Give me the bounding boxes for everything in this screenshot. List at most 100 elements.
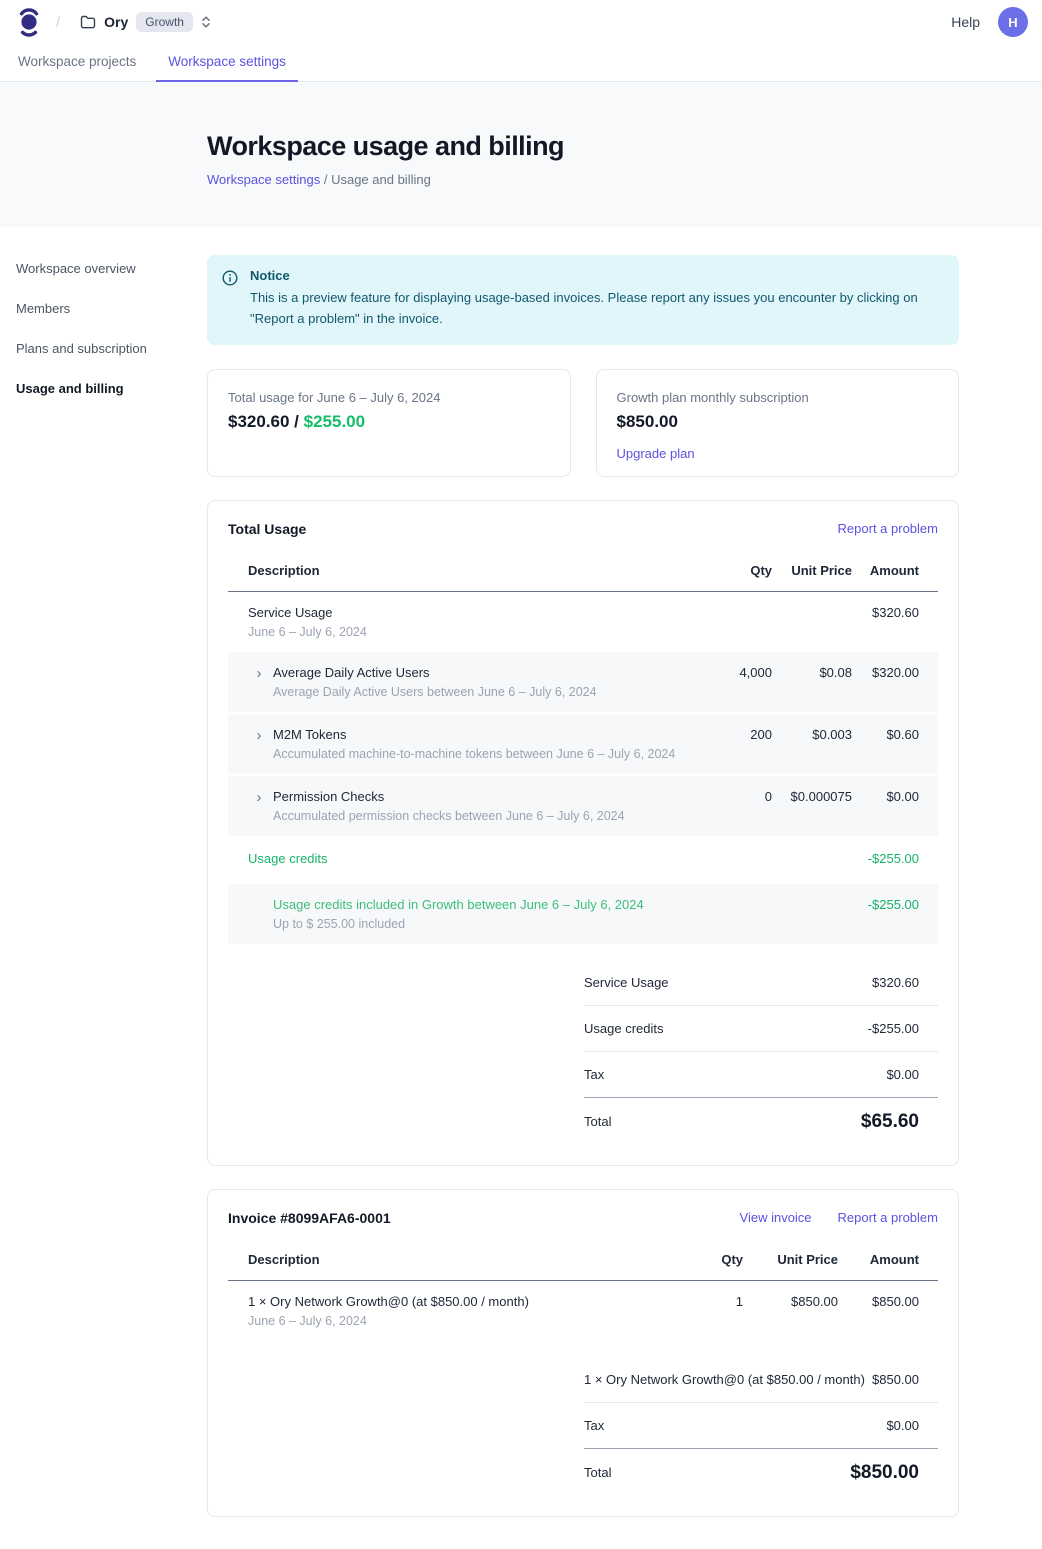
- total-value: $850.00: [850, 1462, 938, 1484]
- total-usage-amount: $320.60 / $255.00: [228, 412, 550, 432]
- row-qty: 0: [682, 775, 772, 837]
- ory-logo-icon: [16, 7, 42, 37]
- usage-separator: /: [289, 412, 303, 431]
- total-value: $65.60: [861, 1111, 938, 1133]
- sidebar-item-members[interactable]: Members: [16, 301, 207, 316]
- row-title: Service Usage: [248, 605, 682, 620]
- column-qty: Qty: [682, 551, 772, 592]
- row-subtitle: Average Daily Active Users between June …: [273, 685, 597, 699]
- page-title: Workspace usage and billing: [207, 131, 1042, 162]
- summary-row-usage-credits: Usage credits -$255.00: [584, 1006, 938, 1052]
- chevron-updown-icon: [201, 15, 211, 29]
- row-unit-price: $0.08: [772, 652, 852, 713]
- notice-banner: Notice This is a preview feature for dis…: [207, 255, 959, 345]
- row-subtitle: Accumulated permission checks between Ju…: [273, 809, 625, 823]
- usage-table: Description Qty Unit Price Amount Servic…: [228, 551, 938, 944]
- invoice-card: Invoice #8099AFA6-0001 View invoice Repo…: [207, 1189, 959, 1517]
- usage-credit-limit: $255.00: [304, 412, 365, 431]
- summary-value: $850.00: [872, 1372, 938, 1387]
- settings-sidebar: Workspace overview Members Plans and sub…: [0, 227, 207, 421]
- workspace-picker[interactable]: Ory Growth: [74, 8, 217, 36]
- summary-cards: Total usage for June 6 – July 6, 2024 $3…: [207, 369, 959, 477]
- workspace-plan-badge: Growth: [136, 12, 193, 32]
- row-qty: 1: [638, 1280, 743, 1341]
- summary-label: Usage credits: [584, 1021, 663, 1036]
- invoice-table: Description Qty Unit Price Amount 1 × Or…: [228, 1240, 938, 1341]
- table-row-average-daily-active-users[interactable]: › Average Daily Active Users Average Dai…: [228, 652, 938, 713]
- sidebar-item-plans-and-subscription[interactable]: Plans and subscription: [16, 341, 207, 356]
- chevron-right-icon[interactable]: ›: [252, 666, 266, 699]
- column-description: Description: [228, 1240, 638, 1281]
- workspace-name: Ory: [104, 14, 128, 30]
- table-row-plan-line-item: 1 × Ory Network Growth@0 (at $850.00 / m…: [228, 1280, 938, 1341]
- breadcrumb-separator: /: [324, 172, 328, 187]
- row-amount: -$255.00: [852, 884, 938, 944]
- summary-value: $0.00: [886, 1067, 938, 1082]
- row-amount: $0.60: [852, 713, 938, 775]
- row-subtitle: June 6 – July 6, 2024: [248, 1314, 638, 1328]
- column-qty: Qty: [638, 1240, 743, 1281]
- summary-row-plan: 1 × Ory Network Growth@0 (at $850.00 / m…: [584, 1357, 938, 1403]
- usage-summary: Service Usage $320.60 Usage credits -$25…: [584, 960, 938, 1139]
- summary-label: Tax: [584, 1418, 604, 1433]
- total-label: Total: [584, 1465, 611, 1480]
- content: Notice This is a preview feature for dis…: [207, 227, 959, 1549]
- usage-table-header-row: Description Qty Unit Price Amount: [228, 551, 938, 592]
- ory-logo[interactable]: [16, 7, 42, 37]
- topbar: / Ory Growth Help H: [0, 0, 1042, 44]
- usage-card-header: Total Usage Report a problem: [228, 521, 938, 537]
- page: / Ory Growth Help H: [0, 0, 1042, 1549]
- row-amount: $0.00: [852, 775, 938, 837]
- subscription-label: Growth plan monthly subscription: [617, 390, 939, 405]
- folder-icon: [80, 15, 96, 29]
- info-icon: [222, 270, 238, 330]
- table-row-permission-checks[interactable]: › Permission Checks Accumulated permissi…: [228, 775, 938, 837]
- help-link[interactable]: Help: [951, 14, 980, 30]
- notice-body: This is a preview feature for displaying…: [250, 288, 941, 330]
- row-amount: $320.00: [852, 652, 938, 713]
- summary-row-tax: Tax $0.00: [584, 1052, 938, 1098]
- table-row-m2m-tokens[interactable]: › M2M Tokens Accumulated machine-to-mach…: [228, 713, 938, 775]
- summary-row-total: Total $65.60: [584, 1098, 938, 1139]
- sidebar-item-usage-and-billing[interactable]: Usage and billing: [16, 381, 207, 396]
- row-subtitle: Up to $ 255.00 included: [273, 917, 682, 931]
- tab-workspace-projects[interactable]: Workspace projects: [6, 44, 148, 82]
- workspace-tabs: Workspace projects Workspace settings: [0, 44, 1042, 82]
- chevron-right-icon[interactable]: ›: [252, 728, 266, 761]
- summary-row-tax: Tax $0.00: [584, 1403, 938, 1449]
- upgrade-plan-link[interactable]: Upgrade plan: [617, 446, 695, 461]
- breadcrumb-link-workspace-settings[interactable]: Workspace settings: [207, 172, 320, 187]
- row-subtitle: Accumulated machine-to-machine tokens be…: [273, 747, 675, 761]
- sidebar-item-workspace-overview[interactable]: Workspace overview: [16, 261, 207, 276]
- topbar-left: / Ory Growth: [16, 7, 217, 37]
- row-subtitle: June 6 – July 6, 2024: [248, 625, 682, 639]
- row-qty: 4,000: [682, 652, 772, 713]
- total-label: Total: [584, 1114, 611, 1129]
- view-invoice-link[interactable]: View invoice: [740, 1210, 812, 1225]
- row-title: Average Daily Active Users: [273, 665, 597, 680]
- row-amount: $850.00: [838, 1280, 938, 1341]
- invoice-table-header-row: Description Qty Unit Price Amount: [228, 1240, 938, 1281]
- main: Workspace overview Members Plans and sub…: [0, 227, 1042, 1549]
- breadcrumb-current: Usage and billing: [331, 172, 431, 187]
- row-title: 1 × Ory Network Growth@0 (at $850.00 / m…: [248, 1294, 638, 1309]
- row-unit-price: $850.00: [743, 1280, 838, 1341]
- report-problem-link[interactable]: Report a problem: [838, 521, 938, 536]
- notice-content: Notice This is a preview feature for dis…: [250, 268, 941, 330]
- invoice-card-header: Invoice #8099AFA6-0001 View invoice Repo…: [228, 1210, 938, 1226]
- report-problem-link[interactable]: Report a problem: [838, 1210, 938, 1225]
- column-amount: Amount: [838, 1240, 938, 1281]
- usage-amount: $320.60: [228, 412, 289, 431]
- tab-workspace-settings[interactable]: Workspace settings: [156, 44, 298, 82]
- invoice-summary: 1 × Ory Network Growth@0 (at $850.00 / m…: [584, 1357, 938, 1490]
- column-unit-price: Unit Price: [772, 551, 852, 592]
- usage-card-title: Total Usage: [228, 521, 306, 537]
- invoice-card-title: Invoice #8099AFA6-0001: [228, 1210, 391, 1226]
- total-usage-label: Total usage for June 6 – July 6, 2024: [228, 390, 550, 405]
- row-unit-price: $0.003: [772, 713, 852, 775]
- summary-value: -$255.00: [868, 1021, 938, 1036]
- user-avatar[interactable]: H: [998, 7, 1028, 37]
- row-qty: 200: [682, 713, 772, 775]
- chevron-right-icon[interactable]: ›: [252, 790, 266, 823]
- summary-row-service-usage: Service Usage $320.60: [584, 960, 938, 1006]
